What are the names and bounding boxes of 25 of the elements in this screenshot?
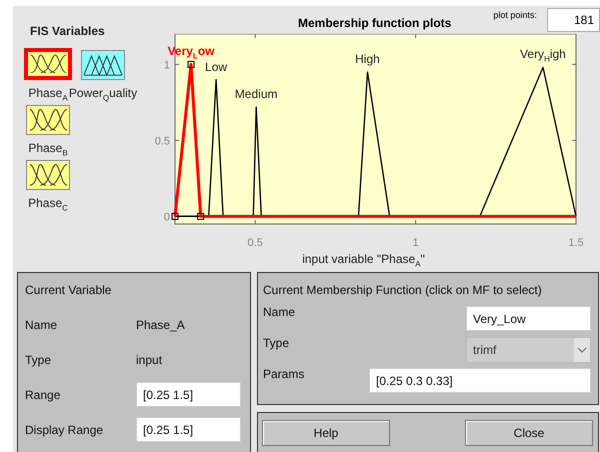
field-label: Display Range xyxy=(25,422,104,436)
plot-title: Membership function plots xyxy=(298,16,452,30)
y-tick-label: 0 xyxy=(164,211,170,224)
y-tick-label: 1 xyxy=(164,59,170,72)
x-tick-label: 1.5 xyxy=(568,237,584,249)
field-label: Params xyxy=(263,367,304,381)
variable-label: Phase$_{C}$ xyxy=(28,196,68,214)
variable-label: Phase$_{A}$ xyxy=(28,86,68,104)
panel-title: Current Membership Function (click on MF to select) xyxy=(263,283,542,297)
field-label: Name xyxy=(263,305,296,319)
x-tick-label: 0.5 xyxy=(248,237,263,249)
x-tick-label: 1 xyxy=(412,237,419,249)
plot-points-label: plot points: xyxy=(493,10,537,20)
field-value: Phase_A xyxy=(136,318,186,332)
field-value: input xyxy=(136,352,164,366)
panel-title: Current Variable xyxy=(25,283,112,297)
y-tick-label: 0.5 xyxy=(154,135,170,148)
field-label: Type xyxy=(263,336,290,350)
field-label: Type xyxy=(25,352,52,366)
field-label: Name xyxy=(25,318,58,332)
panel-title: FIS Variables xyxy=(30,24,105,38)
variable-label: Phase$_{B}$ xyxy=(28,140,68,159)
variable-label: Power$_{Q}$uality xyxy=(68,86,138,104)
field-label: Range xyxy=(25,388,62,402)
x-axis-label: input variable "Phase$_{A}$" xyxy=(302,252,425,268)
